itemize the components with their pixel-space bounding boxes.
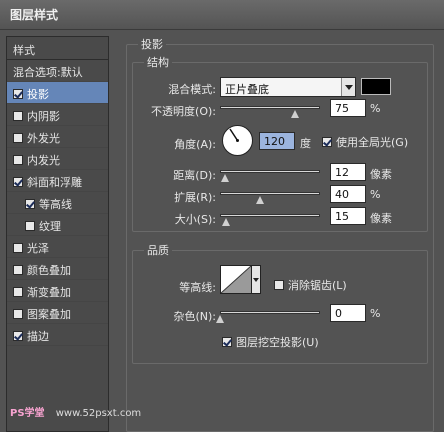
sidebar-item[interactable]: 投影 xyxy=(7,82,108,104)
sidebar-item-checkbox[interactable] xyxy=(13,111,23,121)
sidebar-item[interactable]: 外发光 xyxy=(7,126,108,148)
sidebar-item-checkbox[interactable] xyxy=(13,309,23,319)
knockout-option[interactable]: 图层挖空投影(U) xyxy=(222,334,319,350)
angle-needle-icon xyxy=(229,128,239,142)
sidebar-item-checkbox[interactable] xyxy=(13,133,23,143)
styles-list: 混合选项:默认投影内阴影外发光内发光斜面和浮雕等高线纹理光泽颜色叠加渐变叠加图案… xyxy=(7,60,108,346)
sidebar-item-label: 纹理 xyxy=(39,220,61,233)
noise-slider-thumb[interactable] xyxy=(216,315,224,324)
sidebar-item[interactable]: 内发光 xyxy=(7,148,108,170)
sidebar-item-label: 斜面和浮雕 xyxy=(27,176,82,189)
angle-label: 角度(A): xyxy=(174,138,216,151)
sidebar-item-label: 内阴影 xyxy=(27,110,60,123)
size-label: 大小(S): xyxy=(174,213,216,226)
opacity-slider-track[interactable] xyxy=(220,106,320,109)
sidebar-item-checkbox[interactable] xyxy=(13,89,23,99)
blend-mode-select[interactable]: 正片叠底 xyxy=(220,77,356,97)
sidebar-item-label: 混合选项:默认 xyxy=(13,66,83,79)
contour-picker[interactable] xyxy=(220,265,252,294)
sidebar-item[interactable]: 纹理 xyxy=(7,214,108,236)
size-slider-track[interactable] xyxy=(220,214,320,217)
spread-slider-track[interactable] xyxy=(220,192,320,195)
opacity-slider-thumb[interactable] xyxy=(291,110,299,119)
blend-mode-label: 混合模式: xyxy=(168,83,216,96)
sidebar-item-label: 渐变叠加 xyxy=(27,286,71,299)
sidebar-item[interactable]: 混合选项:默认 xyxy=(7,60,108,82)
global-light-checkbox[interactable] xyxy=(322,137,332,147)
sidebar-item-checkbox[interactable] xyxy=(25,199,35,209)
angle-input[interactable]: 120 xyxy=(259,132,295,150)
size-input[interactable]: 15 xyxy=(330,207,366,225)
sidebar-item-label: 内发光 xyxy=(27,154,60,167)
angle-dial[interactable] xyxy=(222,125,253,156)
sidebar-item-checkbox[interactable] xyxy=(13,331,23,341)
sidebar-item-label: 等高线 xyxy=(39,198,72,211)
sidebar-item-checkbox[interactable] xyxy=(25,221,35,231)
noise-slider-track[interactable] xyxy=(220,311,320,314)
contour-dropdown-button[interactable] xyxy=(252,265,261,294)
opacity-label: 不透明度(O): xyxy=(151,105,216,118)
quality-title: 品质 xyxy=(144,242,172,258)
global-light-label: 使用全局光(G) xyxy=(336,136,409,149)
angle-unit: 度 xyxy=(300,137,311,150)
sidebar-item-checkbox[interactable] xyxy=(13,265,23,275)
watermark: PS学堂 www.52psxt.com xyxy=(10,404,141,419)
drop-shadow-title: 投影 xyxy=(138,36,166,52)
distance-slider-thumb[interactable] xyxy=(221,174,229,183)
chevron-down-icon xyxy=(341,78,355,96)
styles-sidebar: 样式 混合选项:默认投影内阴影外发光内发光斜面和浮雕等高线纹理光泽颜色叠加渐变叠… xyxy=(6,36,109,432)
watermark-left: PS学堂 xyxy=(10,408,45,419)
shadow-color-swatch[interactable] xyxy=(361,78,391,95)
drop-shadow-panel: 投影 结构 混合模式: 正片叠底 不透明度(O): 75 % 角度(A): 12… xyxy=(118,36,444,432)
sidebar-item-label: 投影 xyxy=(27,88,49,101)
spread-input[interactable]: 40 xyxy=(330,185,366,203)
spread-label: 扩展(R): xyxy=(174,191,216,204)
sidebar-item[interactable]: 斜面和浮雕 xyxy=(7,170,108,192)
sidebar-item[interactable]: 描边 xyxy=(7,324,108,346)
distance-slider-track[interactable] xyxy=(220,170,320,173)
sidebar-item-checkbox[interactable] xyxy=(13,155,23,165)
sidebar-item-checkbox[interactable] xyxy=(13,287,23,297)
global-light-option[interactable]: 使用全局光(G) xyxy=(322,134,408,150)
distance-input[interactable]: 12 xyxy=(330,163,366,181)
knockout-label: 图层挖空投影(U) xyxy=(236,336,319,349)
knockout-checkbox[interactable] xyxy=(222,337,232,347)
sidebar-item[interactable]: 内阴影 xyxy=(7,104,108,126)
sidebar-item[interactable]: 图案叠加 xyxy=(7,302,108,324)
noise-label: 杂色(N): xyxy=(173,310,216,323)
sidebar-item[interactable]: 颜色叠加 xyxy=(7,258,108,280)
sidebar-item-label: 描边 xyxy=(27,330,49,343)
sidebar-item[interactable]: 光泽 xyxy=(7,236,108,258)
sidebar-item-label: 图案叠加 xyxy=(27,308,71,321)
size-slider-thumb[interactable] xyxy=(222,218,230,227)
opacity-unit: % xyxy=(370,102,381,115)
spread-slider-thumb[interactable] xyxy=(256,196,264,205)
size-unit: 像素 xyxy=(370,212,392,225)
sidebar-header: 样式 xyxy=(7,37,108,60)
blend-mode-value: 正片叠底 xyxy=(225,83,269,96)
sidebar-item-label: 光泽 xyxy=(27,242,49,255)
sidebar-item-label: 外发光 xyxy=(27,132,60,145)
window-title: 图层样式 xyxy=(0,0,444,30)
watermark-right: www.52psxt.com xyxy=(55,408,142,419)
spread-unit: % xyxy=(370,188,381,201)
structure-title: 结构 xyxy=(144,54,172,70)
anti-aliased-option[interactable]: 消除锯齿(L) xyxy=(274,277,347,293)
anti-aliased-label: 消除锯齿(L) xyxy=(288,279,347,292)
contour-label: 等高线: xyxy=(179,281,216,294)
sidebar-item-checkbox[interactable] xyxy=(13,243,23,253)
distance-unit: 像素 xyxy=(370,168,392,181)
noise-input[interactable]: 0 xyxy=(330,304,366,322)
sidebar-item[interactable]: 渐变叠加 xyxy=(7,280,108,302)
anti-aliased-checkbox[interactable] xyxy=(274,280,284,290)
sidebar-item-checkbox[interactable] xyxy=(13,177,23,187)
distance-label: 距离(D): xyxy=(173,169,216,182)
sidebar-item[interactable]: 等高线 xyxy=(7,192,108,214)
opacity-input[interactable]: 75 xyxy=(330,99,366,117)
contour-curve-icon xyxy=(221,266,251,293)
noise-unit: % xyxy=(370,307,381,320)
sidebar-item-label: 颜色叠加 xyxy=(27,264,71,277)
